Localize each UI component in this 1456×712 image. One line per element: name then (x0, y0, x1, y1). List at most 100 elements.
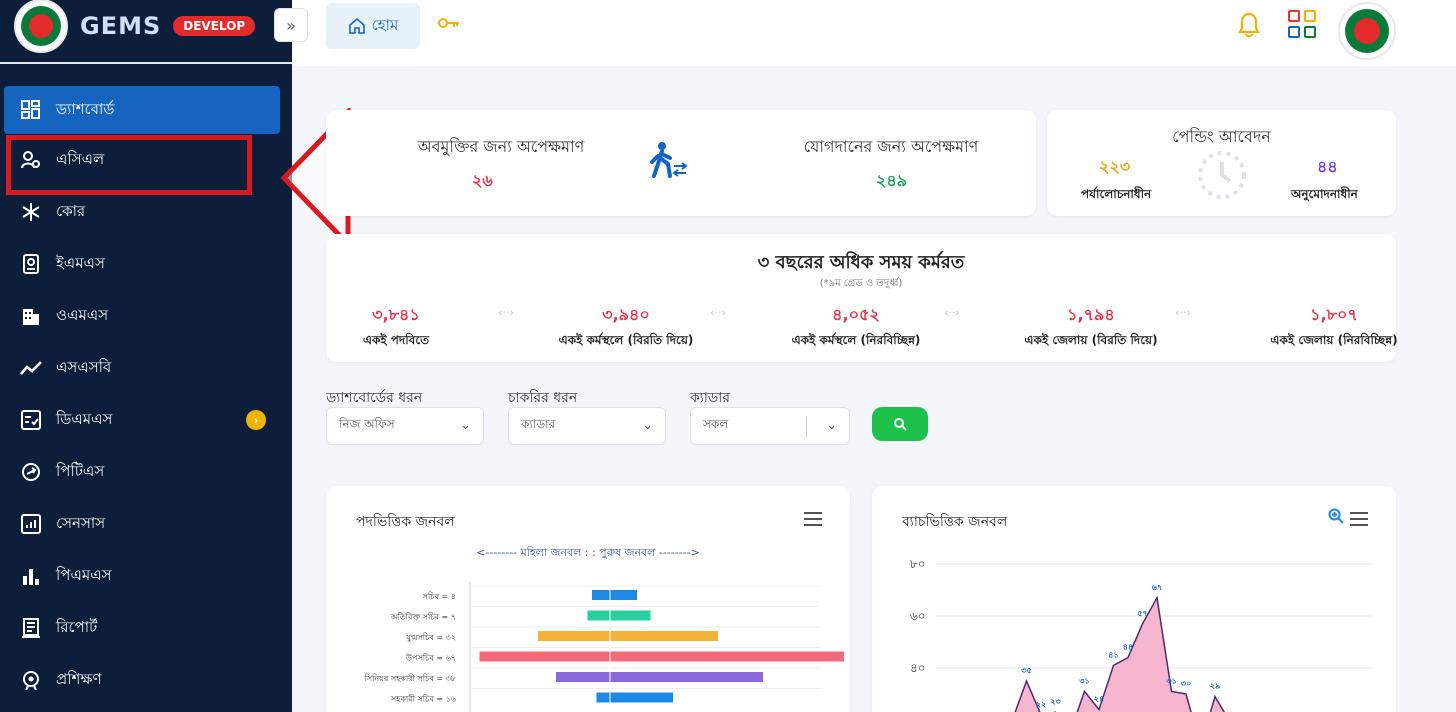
batch-area-series (1014, 595, 1226, 712)
training-icon (20, 669, 42, 691)
sidebar-item-label: কোর (56, 201, 86, 220)
designation-label: অতিরিক্ত সচিব = ৭ (389, 613, 456, 622)
job-type-select[interactable]: ক্যাডার ⌄ (508, 407, 666, 445)
brand: GEMS DEVELOP (0, 0, 292, 53)
tenure-label: একই কর্মস্থলে (নিরবিচ্ছিন্ন) (791, 333, 921, 347)
sidebar-item-label: পিটিএস (56, 461, 105, 480)
cadre-value: সকল (703, 417, 729, 431)
search-button[interactable] (872, 407, 928, 441)
designation-bar (538, 631, 718, 641)
tenure-label: একই কর্মস্থলে (বিরতি দিয়ে) (558, 333, 694, 347)
arrows-icon: ‹··› (944, 306, 960, 319)
approval-value: ৪৪ (1317, 157, 1338, 176)
arrows-icon: ‹··› (498, 306, 514, 319)
key-icon[interactable] (438, 14, 460, 35)
review-label: পর্যালোচনাধীন (1081, 187, 1152, 201)
designation-chart-title: পদভিত্তিক জনবল (356, 514, 455, 530)
sidebar-item-label: প্রশিক্ষণ (56, 669, 102, 688)
data-label: ২৯ (1210, 682, 1220, 691)
designation-label: উপসচিব = ৬৭ (405, 653, 456, 663)
data-label: ২৪ (1094, 695, 1104, 704)
join-waiting-value: ২৪৯ (876, 171, 908, 190)
home-tab-label: হোম (371, 15, 399, 34)
tenure-value: ৩,৯৪০ (602, 305, 650, 324)
arrows-icon: ‹··› (710, 306, 726, 319)
dashboard-type-value: নিজ অফিস (339, 417, 395, 431)
top-header: » হোম (274, 0, 1456, 66)
sidebar-item-9[interactable]: পিএমএস (0, 550, 292, 602)
batch-chart-card: ব্যাচভিত্তিক জনবল ৮০ ৬০ ৪০ ৩৫ ২২ ২৩ ৩১ ২৪ ৪১ ৪৪ ৫৭… (872, 486, 1396, 712)
bar-chart-icon (20, 565, 42, 587)
tenure-label: একই পদবিতে (362, 333, 430, 347)
sidebar-item-7[interactable]: পিটিএস (0, 446, 292, 498)
data-label: ৪৪ (1123, 643, 1133, 652)
review-value: ২২৩ (1099, 157, 1131, 176)
profile-avatar[interactable] (1338, 2, 1396, 60)
designation-bar (596, 692, 673, 703)
tenure-card: ৩ বছরের অধিক সময় কর্মরত (*৯ম গ্রেড ও তদ… (326, 234, 1398, 362)
y-tick-label: ৮০ (910, 557, 926, 571)
env-badge: DEVELOP (173, 16, 256, 36)
chevron-down-icon: ⌄ (642, 418, 653, 433)
chart-menu-icon[interactable] (804, 512, 822, 526)
walking-transfer-icon (650, 142, 688, 178)
tenure-label: একই জেলায় (বিরতি দিয়ে) (1024, 333, 1158, 347)
sidebar-item-5[interactable]: এসএসবি (0, 342, 292, 394)
sidebar-item-3[interactable]: ইএমএস (0, 238, 292, 290)
chevron-down-icon: ⌄ (826, 418, 837, 433)
dashboard-type-select[interactable]: নিজ অফিস ⌄ (326, 407, 484, 445)
data-label: ৩১ (1079, 676, 1089, 685)
snowflake-icon (20, 201, 42, 223)
data-label: ৩১ (1166, 676, 1176, 685)
exchange-icon (20, 461, 42, 483)
data-label: ৩০ (1181, 679, 1191, 688)
pending-card: পেন্ডিং আবেদন ২২৩ পর্যালোচনাধীন ৪৪ অনুমো… (1047, 110, 1396, 216)
home-tab[interactable]: হোম (326, 3, 420, 49)
sidebar-item-label: পিএমএস (56, 565, 112, 584)
designation-label: সহকারী সচিব = ১৬ (390, 694, 456, 704)
data-label: ২৩ (1050, 697, 1061, 706)
notification-bell-icon[interactable] (1238, 12, 1260, 44)
collapse-sidebar-button[interactable]: » (274, 8, 308, 42)
sidebar-item-label: ড্যাশবোর্ড (56, 99, 115, 118)
sidebar-item-label: রিপোর্ট (56, 617, 98, 636)
sidebar-item-label: এসএসবি (56, 357, 112, 376)
sidebar-item-0[interactable]: ড্যাশবোর্ড (4, 86, 280, 134)
waiting-card: অবমুক্তির জন্য অপেক্ষমাণ ২৬ যোগদানের জন্… (326, 110, 1036, 216)
zoom-in-icon[interactable] (1328, 508, 1344, 524)
search-icon (894, 418, 907, 431)
sidebar-item-label: ইএমএস (56, 253, 105, 272)
designation-bar (587, 610, 651, 621)
designation-chart: সচিব = ৪ অতিরিক্ত সচিব = ৭ যুগ্মসচিব = ৩২ উ… (364, 582, 844, 712)
designation-label: সচিব = ৪ (422, 592, 456, 601)
job-type-value: ক্যাডার (521, 417, 556, 431)
highlight-box (6, 135, 252, 195)
designation-bar (592, 590, 637, 600)
building-icon (20, 305, 42, 327)
sidebar-item-label: ওএমএস (56, 305, 109, 324)
data-label: ৩৫ (1021, 666, 1031, 675)
id-card-icon (20, 253, 42, 275)
approval-label: অনুমোদনাধীন (1291, 187, 1358, 201)
tenure-title: ৩ বছরের অধিক সময় কর্মরত (757, 252, 965, 273)
chart-menu-icon[interactable] (1350, 512, 1368, 526)
home-icon (348, 17, 365, 34)
sidebar-item-10[interactable]: রিপোর্ট (0, 602, 292, 654)
tenure-value: ৩,৮৪১ (372, 305, 420, 324)
release-waiting-title: অবমুক্তির জন্য অপেক্ষমাণ (417, 137, 585, 156)
arrows-icon: ‹··› (1175, 306, 1191, 319)
release-waiting-value: ২৬ (472, 171, 493, 190)
data-label: ৬৭ (1152, 583, 1162, 592)
checklist-icon (20, 409, 42, 431)
tenure-subtitle: (*৯ম গ্রেড ও তদুর্ধ্ব) (819, 278, 903, 289)
y-tick-label: ৪০ (910, 661, 926, 675)
data-label: ৫৭ (1137, 609, 1147, 618)
apps-grid-icon[interactable] (1288, 10, 1316, 38)
dashboard-icon (20, 99, 42, 121)
cadre-select[interactable]: সকল ⌄ (690, 407, 850, 445)
sidebar-item-11[interactable]: প্রশিক্ষণ (0, 654, 292, 706)
designation-chart-card: পদভিত্তিক জনবল <-------- মহিলা জনবল : : … (326, 486, 850, 712)
sidebar-item-6[interactable]: ডিএমএস › (0, 394, 292, 446)
sidebar-item-8[interactable]: সেনসাস (0, 498, 292, 550)
sidebar-item-4[interactable]: ওএমএস (0, 290, 292, 342)
